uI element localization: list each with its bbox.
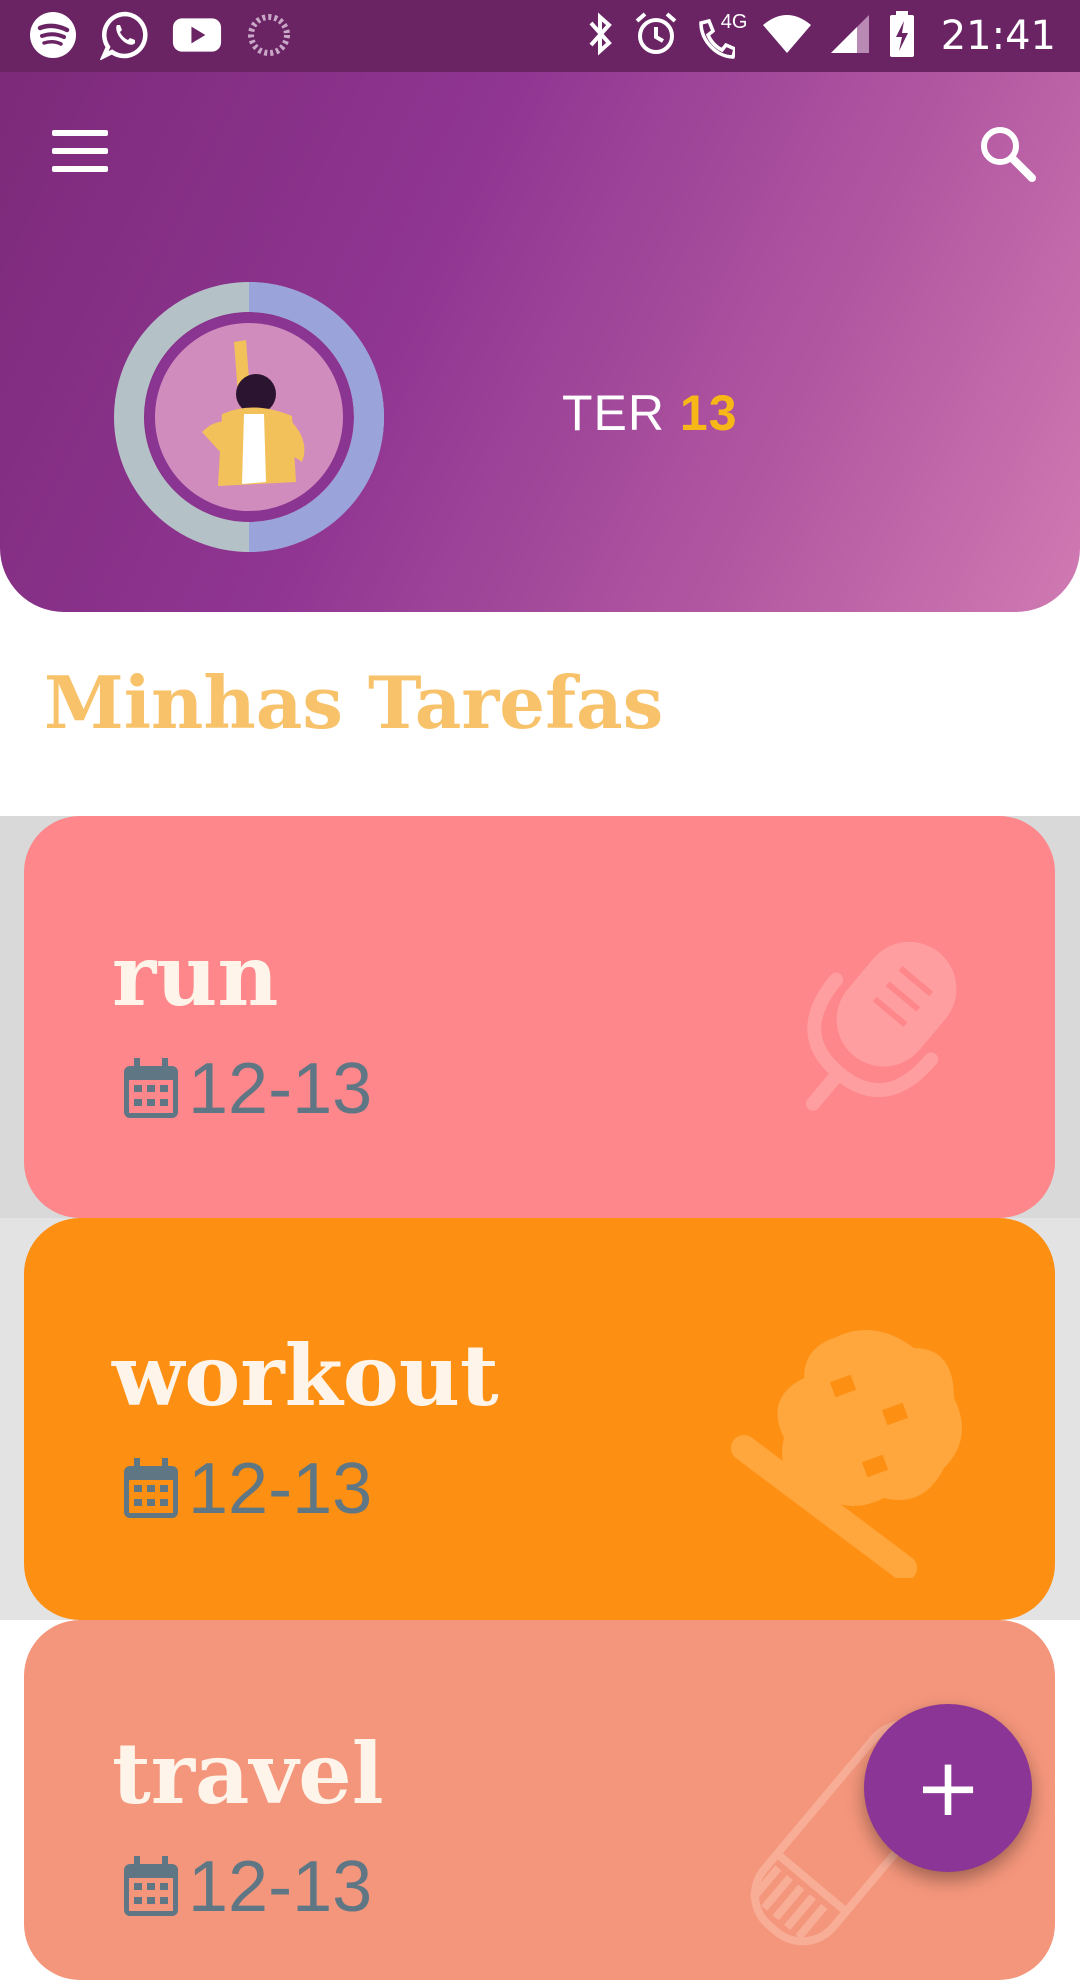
alarm-icon <box>633 11 679 61</box>
avatar[interactable] <box>114 282 384 552</box>
volte-call-icon: 4G <box>695 11 748 59</box>
task-date-text: 12-13 <box>188 1449 373 1529</box>
task-date: 12-13 <box>122 1448 372 1530</box>
loading-icon <box>244 10 294 60</box>
task-title: run <box>112 926 279 1025</box>
task-card-run[interactable]: run 12-13 <box>24 816 1055 1218</box>
task-date-text: 12-13 <box>188 1049 373 1129</box>
bluetooth-icon <box>583 11 617 61</box>
signal-icon <box>829 13 871 59</box>
status-bar-right: 4G 21:41 <box>583 10 1056 62</box>
status-bar: 4G 21:41 <box>0 0 1080 72</box>
task-date: 12-13 <box>122 1048 372 1130</box>
microphone-icon <box>805 941 957 1111</box>
calendar-icon <box>124 1058 178 1118</box>
task-card-workout[interactable]: workout 12-13 <box>24 1218 1055 1620</box>
spotify-icon <box>28 10 78 60</box>
network-label: 4G <box>720 11 748 33</box>
day-number: 13 <box>679 385 738 441</box>
task-title: workout <box>112 1326 499 1425</box>
current-date: TER 13 <box>562 384 738 442</box>
wifi-icon <box>761 13 813 59</box>
status-time: 21:41 <box>940 13 1056 59</box>
page-title: Minhas Tarefas <box>44 660 664 745</box>
search-icon[interactable] <box>976 122 1038 184</box>
task-date-text: 12-13 <box>188 1847 373 1927</box>
add-icon: + <box>914 1741 982 1834</box>
battery-charging-icon <box>887 9 917 63</box>
task-date: 12-13 <box>122 1846 372 1928</box>
day-label: TER <box>562 385 665 441</box>
whatsapp-icon <box>100 10 150 60</box>
calendar-icon <box>124 1458 178 1518</box>
profile-header: TER 13 <box>0 72 1080 612</box>
hamburger-menu-icon[interactable] <box>52 130 112 180</box>
status-bar-left <box>28 10 294 60</box>
add-task-button[interactable]: + <box>864 1704 1032 1872</box>
youtube-icon <box>172 10 222 60</box>
task-title: travel <box>112 1724 384 1823</box>
calendar-icon <box>124 1856 178 1916</box>
cupcake-icon <box>731 1330 962 1578</box>
